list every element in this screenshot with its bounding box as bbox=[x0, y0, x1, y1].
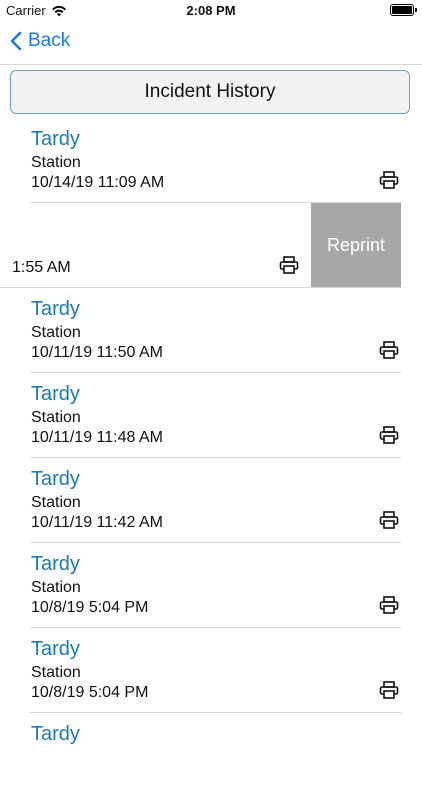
status-bar: Carrier 2:08 PM bbox=[0, 0, 422, 22]
incident-location: Station bbox=[31, 664, 81, 681]
incident-date: 10/11/19 11:50 AM bbox=[31, 344, 163, 361]
incident-date: 10/8/19 5:04 PM bbox=[31, 599, 149, 616]
list-item[interactable]: Tardy Station 10/11/19 11:42 AM bbox=[30, 458, 401, 543]
status-right bbox=[390, 4, 417, 16]
incident-title: Tardy bbox=[31, 723, 80, 745]
incident-title: Tardy bbox=[31, 468, 80, 490]
list-item[interactable]: Tardy Station 10/11/19 11:48 AM bbox=[30, 373, 401, 458]
incident-title: Tardy bbox=[31, 553, 80, 575]
status-time: 2:08 PM bbox=[186, 3, 236, 18]
printer-icon[interactable] bbox=[379, 511, 399, 529]
page-title: Incident History bbox=[144, 81, 276, 102]
incident-location: Station bbox=[31, 409, 81, 426]
incident-title: Tardy bbox=[31, 383, 80, 405]
list-item-swiped[interactable]: 1:55 AM Reprint bbox=[0, 203, 401, 288]
list-item[interactable]: Tardy Station 10/14/19 11:09 AM bbox=[30, 118, 401, 203]
incident-title: Tardy bbox=[31, 128, 80, 150]
incident-location: Station bbox=[31, 324, 81, 341]
printer-icon[interactable] bbox=[379, 426, 399, 444]
incident-title: Tardy bbox=[31, 638, 80, 660]
list-item[interactable]: Tardy bbox=[30, 713, 401, 798]
printer-icon[interactable] bbox=[279, 256, 299, 274]
reprint-button[interactable]: Reprint bbox=[311, 203, 401, 287]
battery-icon bbox=[390, 4, 417, 16]
reprint-label: Reprint bbox=[326, 234, 386, 255]
navigation-bar: Back bbox=[0, 22, 422, 65]
incident-date-fragment: 1:55 AM bbox=[12, 259, 71, 276]
list-item[interactable]: Tardy Station 10/8/19 5:04 PM bbox=[30, 543, 401, 628]
incident-title: Tardy bbox=[31, 298, 80, 320]
incident-date: 10/8/19 5:04 PM bbox=[31, 684, 149, 701]
incident-date: 10/14/19 11:09 AM bbox=[31, 174, 165, 191]
printer-icon[interactable] bbox=[379, 171, 399, 189]
printer-icon[interactable] bbox=[379, 681, 399, 699]
list-item[interactable]: Tardy Station 10/8/19 5:04 PM bbox=[30, 628, 401, 713]
chevron-left-icon bbox=[10, 31, 22, 51]
printer-icon[interactable] bbox=[379, 596, 399, 614]
back-label: Back bbox=[28, 30, 71, 51]
incident-date: 10/11/19 11:42 AM bbox=[31, 514, 163, 531]
printer-icon[interactable] bbox=[379, 341, 399, 359]
incident-history-header: Incident History bbox=[10, 70, 410, 114]
incident-location: Station bbox=[31, 579, 81, 596]
back-button[interactable]: Back bbox=[10, 30, 70, 52]
incident-location: Station bbox=[31, 494, 81, 511]
incident-location: Station bbox=[31, 154, 81, 171]
incident-date: 10/11/19 11:48 AM bbox=[31, 429, 163, 446]
list-item[interactable]: Tardy Station 10/11/19 11:50 AM bbox=[30, 288, 401, 373]
incident-list: Tardy Station 10/14/19 11:09 AM 1:55 AM … bbox=[0, 118, 422, 798]
